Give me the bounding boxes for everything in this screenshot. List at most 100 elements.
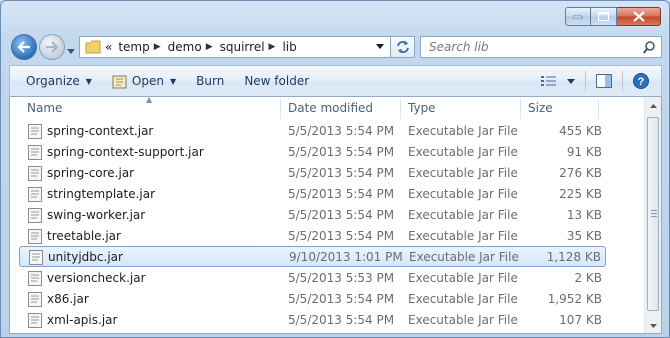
breadcrumb-separator-icon[interactable]: ▶ <box>206 42 213 52</box>
scroll-up-button[interactable] <box>645 97 661 114</box>
file-size: 276 KB <box>559 166 602 180</box>
chevron-down-icon <box>649 323 657 328</box>
file-date-modified: 5/5/2013 5:54 PM <box>288 292 395 306</box>
close-icon <box>632 11 645 22</box>
address-history-dropdown-icon[interactable] <box>376 44 384 49</box>
svg-text:?: ? <box>638 76 645 88</box>
chevron-down-icon: ▼ <box>85 76 92 86</box>
file-row[interactable]: x86.jar 5/5/2013 5:54 PM Executable Jar Fi… <box>19 289 606 310</box>
file-row[interactable]: versioncheck.jar 5/5/2013 5:53 PM Executab… <box>19 268 606 289</box>
change-view-button[interactable] <box>533 66 565 96</box>
file-row[interactable]: unityjdbc.jar 9/10/2013 1:01 PM Executable… <box>19 246 606 267</box>
refresh-icon <box>396 41 409 53</box>
file-row[interactable]: treetable.jar 5/5/2013 5:54 PM Executable … <box>19 226 606 247</box>
more-views-dropdown[interactable] <box>565 66 585 96</box>
jar-file-icon <box>29 250 43 265</box>
file-row[interactable]: spring-core.jar 5/5/2013 5:54 PM Executabl… <box>19 163 606 184</box>
file-type: Executable Jar File <box>408 145 518 159</box>
new-folder-label: New folder <box>244 74 310 88</box>
close-button[interactable] <box>617 7 661 26</box>
open-menu[interactable]: Open ▼ <box>102 66 186 96</box>
help-button[interactable]: ? <box>623 66 661 96</box>
minimize-icon <box>573 15 583 18</box>
jar-file-icon <box>28 271 42 286</box>
burn-label: Burn <box>196 74 225 88</box>
breadcrumb-lib[interactable]: lib <box>282 40 296 54</box>
maximize-button[interactable] <box>591 7 617 26</box>
file-date-modified: 5/5/2013 5:53 PM <box>288 271 395 285</box>
breadcrumb-separator-icon[interactable]: ▶ <box>269 42 276 52</box>
column-name[interactable]: Name <box>19 97 62 120</box>
file-date-modified: 5/5/2013 5:54 PM <box>288 145 395 159</box>
burn-button[interactable]: Burn <box>186 66 234 96</box>
breadcrumb-demo[interactable]: demo <box>168 40 202 54</box>
scroll-down-button[interactable] <box>645 317 661 333</box>
column-date-modified[interactable]: Date modified <box>280 97 373 120</box>
file-size: 455 KB <box>559 124 602 138</box>
maximize-icon <box>598 12 609 21</box>
file-row[interactable]: swing-worker.jar 5/5/2013 5:54 PM Executab… <box>19 205 606 226</box>
file-row[interactable]: spring-context-support.jar 5/5/2013 5:54 … <box>19 142 606 163</box>
organize-label: Organize <box>26 74 80 88</box>
file-row[interactable]: spring-context.jar 5/5/2013 5:54 PM Execut… <box>19 121 606 142</box>
file-row[interactable]: stringtemplate.jar 5/5/2013 5:54 PM Execut… <box>19 184 606 205</box>
back-button[interactable] <box>11 34 37 60</box>
column-type[interactable]: Type <box>400 97 436 120</box>
file-list[interactable]: Name ▲ Date modified Type Size spring-co… <box>9 97 662 334</box>
details-view-icon <box>541 76 556 86</box>
file-name: x86.jar <box>47 292 89 306</box>
new-folder-button[interactable]: New folder <box>234 66 319 96</box>
breadcrumb-overflow[interactable]: « <box>105 40 112 54</box>
file-type: Executable Jar File <box>408 166 518 180</box>
file-date-modified: 5/5/2013 5:54 PM <box>288 208 395 222</box>
file-date-modified: 9/10/2013 1:01 PM <box>289 250 403 264</box>
file-type: Executable Jar File <box>408 187 518 201</box>
file-date-modified: 5/5/2013 5:54 PM <box>288 229 395 243</box>
breadcrumb-squirrel[interactable]: squirrel <box>220 40 265 54</box>
search-icon[interactable] <box>643 41 655 54</box>
search-box[interactable] <box>420 36 662 58</box>
file-name: spring-context-support.jar <box>47 145 204 159</box>
jar-file-icon <box>112 75 127 88</box>
file-name: xml-apis.jar <box>47 313 118 327</box>
column-divider[interactable] <box>598 99 599 119</box>
file-name: unityjdbc.jar <box>48 250 123 264</box>
jar-file-icon <box>28 313 42 328</box>
file-name: treetable.jar <box>47 229 121 243</box>
view-controls: ? <box>533 66 661 96</box>
file-type: Executable Jar File <box>408 292 518 306</box>
file-row[interactable]: xml-apis.jar 5/5/2013 5:54 PM Executable J… <box>19 310 606 331</box>
file-size: 107 KB <box>559 313 602 327</box>
scrollbar-thumb[interactable] <box>647 117 659 311</box>
breadcrumb-temp[interactable]: temp <box>118 40 149 54</box>
file-date-modified: 5/5/2013 5:54 PM <box>288 124 395 138</box>
minimize-button[interactable] <box>565 7 591 26</box>
thumb-grip <box>651 216 657 217</box>
jar-file-icon <box>28 145 42 160</box>
file-type: Executable Jar File <box>408 124 518 138</box>
file-size: 35 KB <box>566 229 602 243</box>
search-input[interactable] <box>429 40 629 54</box>
organize-menu[interactable]: Organize ▼ <box>10 66 102 96</box>
explorer-window: « temp ▶ demo ▶ squirrel ▶ lib Organize … <box>0 0 670 338</box>
vertical-scrollbar[interactable] <box>644 97 661 333</box>
file-size: 225 KB <box>559 187 602 201</box>
recent-pages-dropdown[interactable] <box>67 43 75 57</box>
chevron-down-icon <box>67 49 75 54</box>
jar-file-icon <box>28 292 42 307</box>
thumb-grip <box>651 210 657 211</box>
address-bar[interactable]: « temp ▶ demo ▶ squirrel ▶ lib <box>79 36 391 58</box>
thumb-grip <box>651 213 657 214</box>
forward-button[interactable] <box>39 34 65 60</box>
preview-pane-button[interactable] <box>586 66 622 96</box>
refresh-button[interactable] <box>391 36 415 58</box>
column-size[interactable]: Size <box>520 97 553 120</box>
column-header: Name ▲ Date modified Type Size <box>10 97 650 120</box>
help-icon: ? <box>633 73 649 89</box>
caption-buttons <box>565 7 661 26</box>
file-name: spring-context.jar <box>47 124 154 138</box>
file-date-modified: 5/5/2013 5:54 PM <box>288 166 395 180</box>
jar-file-icon <box>28 187 42 202</box>
open-label: Open <box>131 74 164 88</box>
breadcrumb-separator-icon[interactable]: ▶ <box>154 42 161 52</box>
